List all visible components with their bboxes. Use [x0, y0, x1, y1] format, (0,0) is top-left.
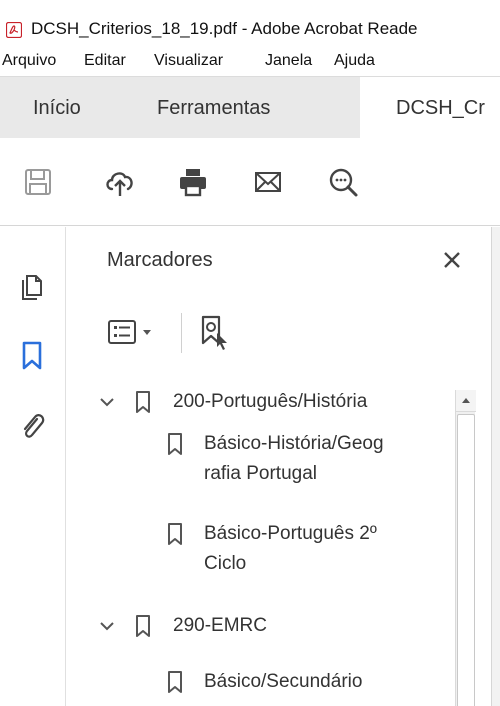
panel-toolbar	[107, 313, 407, 353]
upload-button[interactable]	[102, 164, 138, 200]
navigation-rail	[0, 227, 66, 706]
tool-divider	[181, 313, 182, 353]
menu-visualizar[interactable]: Visualizar	[154, 52, 223, 70]
chevron-down-icon[interactable]	[97, 611, 117, 641]
scroll-up-arrow-icon	[462, 398, 470, 403]
tab-document[interactable]: DCSH_Cr	[360, 77, 500, 139]
tab-label: DCSH_Cr	[396, 97, 485, 119]
close-icon[interactable]	[439, 247, 465, 273]
bookmark-icon	[136, 615, 150, 637]
attachment-icon	[23, 414, 45, 438]
menu-editar[interactable]: Editar	[84, 52, 126, 70]
save-button[interactable]	[20, 164, 56, 200]
find-bookmark-icon[interactable]	[197, 313, 233, 353]
search-button[interactable]	[325, 164, 361, 200]
document-edge	[491, 227, 500, 706]
title-bar: DCSH_Criterios_18_19.pdf - Adobe Acrobat…	[0, 0, 500, 44]
print-icon	[180, 169, 206, 197]
bookmark-icon	[136, 391, 150, 413]
panel-title: Marcadores	[107, 249, 213, 271]
bookmark-label: rafia Portugal	[204, 463, 318, 484]
cloud-upload-icon	[106, 172, 133, 196]
bookmark-label: Básico/Secundário	[204, 671, 363, 692]
bookmark-label: Básico-História/Geog	[204, 433, 384, 454]
zoom-search-icon	[329, 168, 358, 197]
bookmark-label: Básico-Português 2º	[204, 523, 377, 544]
bookmark-item[interactable]: Básico-História/Geog rafia Portugal	[67, 429, 455, 489]
bookmarks-panel: Marcadores 200-Português/História Básico…	[67, 227, 500, 706]
menu-bar: Arquivo Editar Visualizar Janela Ajuda	[0, 44, 500, 76]
attachments-button[interactable]	[14, 407, 50, 443]
save-icon	[25, 169, 51, 195]
tab-label: Ferramentas	[157, 97, 271, 119]
tab-label: Início	[33, 97, 81, 119]
bookmark-label: Ciclo	[204, 553, 247, 574]
window-title: DCSH_Criterios_18_19.pdf - Adobe Acrobat…	[31, 19, 418, 38]
email-button[interactable]	[250, 164, 286, 200]
bookmark-icon	[22, 341, 42, 370]
email-icon	[255, 172, 281, 192]
acrobat-icon	[6, 22, 22, 38]
bookmark-tree: 200-Português/História Básico-História/G…	[67, 387, 455, 706]
tab-ferramentas[interactable]: Ferramentas	[110, 77, 350, 139]
tab-inicio[interactable]: Início	[0, 77, 110, 139]
pages-icon	[22, 275, 42, 300]
bookmark-icon	[168, 671, 182, 693]
bookmark-item[interactable]: 290-EMRC	[67, 611, 455, 641]
print-button[interactable]	[175, 164, 211, 200]
bookmark-icon	[168, 523, 182, 545]
tab-bar: Início Ferramentas DCSH_Cr	[0, 76, 500, 139]
scrollbar[interactable]	[455, 390, 476, 706]
bookmark-label: 200-Português/História	[173, 391, 368, 412]
bookmark-icon	[168, 433, 182, 455]
bookmark-label: 290-EMRC	[173, 615, 267, 636]
scroll-thumb[interactable]	[457, 414, 475, 706]
menu-arquivo[interactable]: Arquivo	[2, 52, 56, 70]
scroll-up-button[interactable]	[456, 390, 476, 412]
menu-ajuda[interactable]: Ajuda	[334, 52, 375, 70]
bookmark-item[interactable]: Básico/Secundário	[67, 667, 455, 697]
pages-button[interactable]	[14, 267, 50, 303]
options-menu-icon[interactable]	[107, 317, 159, 347]
bookmark-item[interactable]: Básico-Português 2º Ciclo	[67, 519, 455, 579]
bookmark-item[interactable]: 200-Português/História	[67, 387, 455, 417]
toolbar	[0, 138, 500, 226]
bookmarks-button[interactable]	[14, 337, 50, 373]
menu-janela[interactable]: Janela	[265, 52, 312, 70]
chevron-down-icon[interactable]	[97, 387, 117, 417]
